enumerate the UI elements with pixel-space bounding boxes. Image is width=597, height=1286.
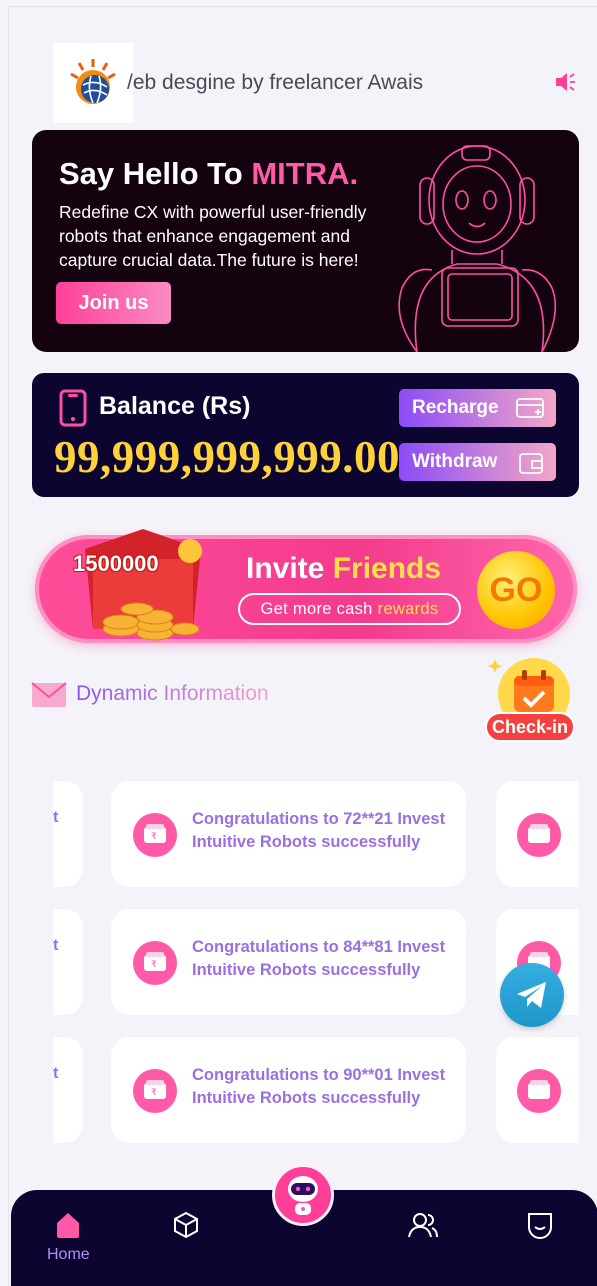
svg-text:₹: ₹	[151, 1088, 157, 1098]
nav-profile[interactable]	[525, 1210, 555, 1240]
wallet-icon	[519, 453, 543, 474]
feed-ghost-card-left: t	[53, 909, 83, 1015]
card-icon	[516, 398, 544, 418]
wallet-icon	[517, 813, 561, 857]
feed-message: Congratulations to 90**01 Invest Intuiti…	[192, 1066, 446, 1107]
wallet-icon	[517, 1069, 561, 1113]
announcement-ticker: /eb desgine by freelancer Awais	[127, 71, 424, 94]
robot-icon	[288, 1176, 318, 1215]
users-icon	[408, 1213, 438, 1238]
dynamic-info-title: Dynamic Information	[76, 682, 269, 705]
hero-banner: Say Hello To MITRA. Redefine CX with pow…	[32, 130, 579, 352]
nav-home[interactable]: Home	[47, 1210, 90, 1264]
wallet-icon: ₹	[133, 813, 177, 857]
recharge-label: Recharge	[412, 397, 499, 418]
checkin-button[interactable]: Check-in	[483, 652, 579, 752]
phone-icon	[59, 389, 87, 427]
telegram-button[interactable]	[500, 963, 564, 1027]
balance-label: Balance (Rs)	[99, 392, 251, 420]
robot-center-button[interactable]	[272, 1164, 334, 1226]
home-icon	[57, 1213, 80, 1238]
wallet-icon: ₹	[133, 941, 177, 985]
feed-ghost-card-right	[496, 1037, 579, 1143]
nav-team[interactable]	[407, 1210, 439, 1240]
mail-icon	[31, 682, 67, 707]
hero-title: Say Hello To MITRA.	[59, 156, 359, 191]
svg-text:₹: ₹	[151, 832, 157, 842]
telegram-icon	[517, 982, 546, 1008]
robot-illustration	[398, 145, 557, 352]
invite-friends-banner[interactable]: 1500000 Invite Friends Get more cash rewa…	[35, 529, 577, 643]
smile-face-icon	[528, 1213, 552, 1239]
reward-amount: 1500000	[73, 551, 159, 576]
feed-message: Congratulations to 84**81 Invest Intuiti…	[192, 938, 446, 979]
feed-message: Congratulations to 72**21 Invest Intuiti…	[192, 810, 446, 851]
nav-home-label: Home	[47, 1246, 90, 1263]
feed-card: ₹ Congratulations to 90**01 Invest Intui…	[111, 1037, 466, 1143]
cube-icon	[174, 1211, 198, 1239]
speaker-icon[interactable]	[554, 71, 578, 98]
checkin-label: Check-in	[485, 712, 575, 742]
balance-card: Balance (Rs) 99,999,999,999.00 Recharge …	[32, 373, 579, 497]
invite-title: Invite Friends	[246, 552, 442, 585]
balance-value: 99,999,999,999.00	[54, 432, 400, 482]
svg-text:₹: ₹	[151, 960, 157, 970]
app-logo	[53, 43, 133, 123]
feed-ghost-card-left: t	[53, 781, 83, 887]
feed-ghost-card-left: t	[53, 1037, 83, 1143]
globe-sun-logo	[70, 59, 116, 104]
feed-card: ₹ Congratulations to 84**81 Invest Intui…	[111, 909, 466, 1015]
withdraw-button[interactable]: Withdraw	[399, 443, 556, 481]
go-button[interactable]: GO	[477, 551, 555, 629]
join-us-button[interactable]: Join us	[56, 282, 171, 324]
recharge-button[interactable]: Recharge	[399, 389, 556, 427]
hero-description: Redefine CX with powerful user-friendly …	[59, 202, 367, 270]
invite-subtitle: Get more cash rewards	[238, 593, 461, 625]
red-envelope-icon	[85, 529, 202, 641]
wallet-icon: ₹	[133, 1069, 177, 1113]
nav-products[interactable]	[171, 1210, 201, 1240]
feed-ghost-card-right	[496, 781, 579, 887]
feed-card: ₹ Congratulations to 72**21 Invest Intui…	[111, 781, 466, 887]
withdraw-label: Withdraw	[412, 451, 498, 472]
app-screen: /eb desgine by freelancer Awais Say Hell…	[8, 6, 597, 1286]
